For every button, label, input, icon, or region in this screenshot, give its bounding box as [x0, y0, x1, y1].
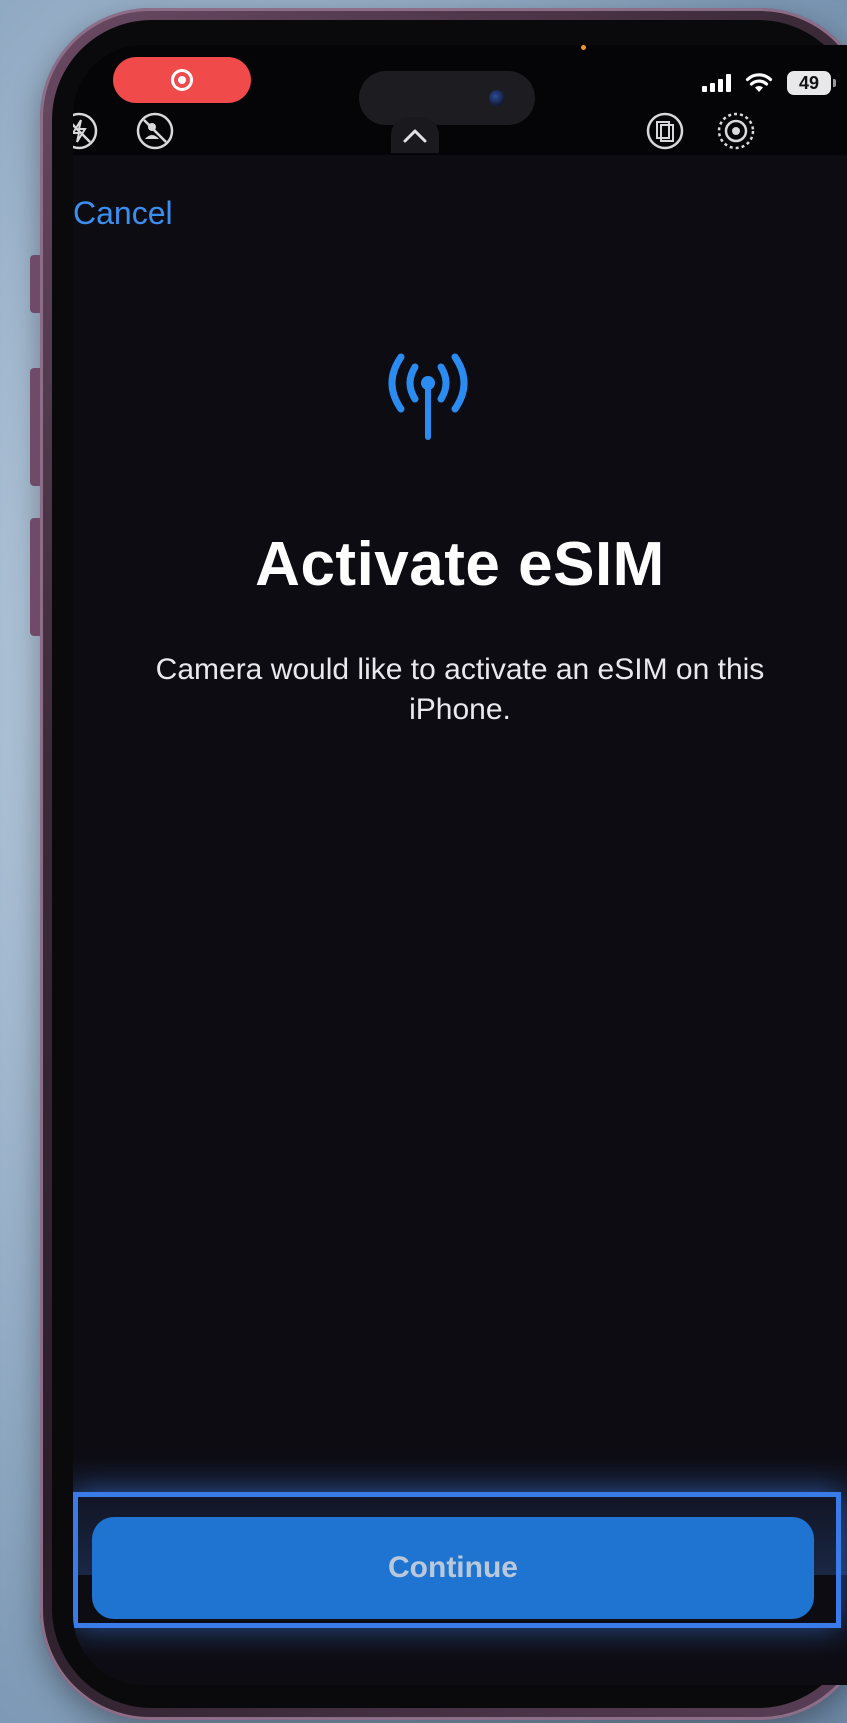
cancel-button[interactable]: Cancel — [73, 195, 173, 232]
battery-indicator: 49 — [787, 71, 836, 95]
continue-highlight: Continue — [73, 1492, 841, 1628]
page-title: Activate eSIM — [255, 530, 665, 599]
action-button — [30, 255, 40, 313]
dynamic-island — [359, 71, 535, 125]
volume-down-button — [30, 518, 40, 636]
continue-button[interactable]: Continue — [92, 1517, 814, 1619]
live-photo-off-icon[interactable] — [135, 111, 175, 151]
antenna-broadcast-icon — [388, 353, 468, 440]
front-camera — [489, 90, 505, 106]
status-icons: 49 — [702, 71, 836, 95]
activation-message: Camera would like to activate an eSIM on… — [155, 653, 765, 726]
styles-icon[interactable] — [645, 111, 685, 151]
record-icon — [171, 69, 193, 91]
volume-up-button — [30, 368, 40, 486]
mic-in-use-indicator — [581, 45, 586, 50]
live-photo-icon[interactable] — [716, 111, 756, 151]
wifi-icon — [745, 73, 773, 92]
expand-controls-button[interactable] — [391, 117, 439, 153]
status-bar: 49 — [73, 45, 847, 155]
cellular-signal-icon — [702, 74, 731, 92]
flash-off-icon[interactable] — [73, 111, 99, 151]
chevron-up-icon — [403, 129, 427, 143]
screen-record-indicator[interactable] — [113, 57, 251, 103]
screen: 49 Cancel Activate eSIM Camera would lik… — [73, 45, 847, 1685]
